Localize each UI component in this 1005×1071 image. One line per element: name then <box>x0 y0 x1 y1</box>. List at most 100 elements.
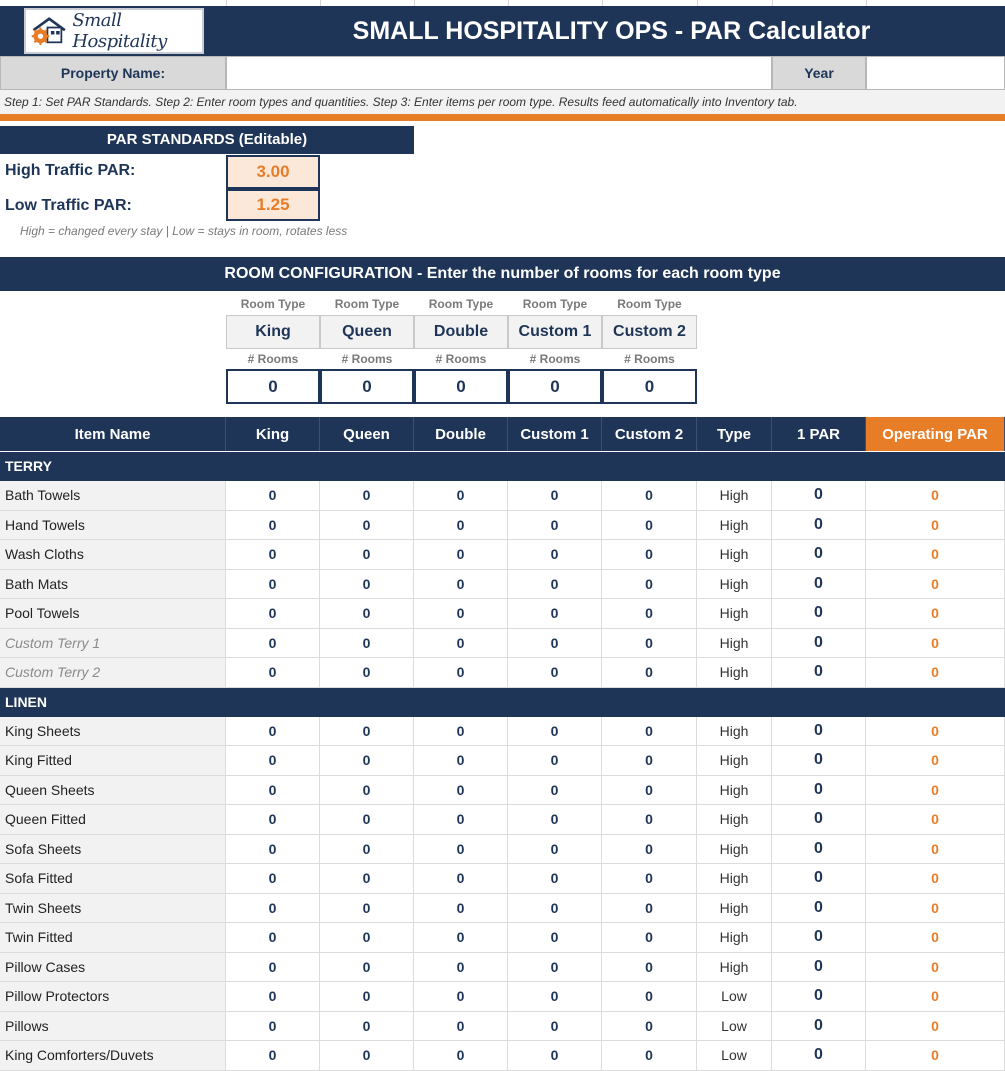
item-qty-cell[interactable]: 0 <box>320 569 414 598</box>
item-qty-cell[interactable]: 0 <box>602 923 697 952</box>
item-qty-cell[interactable]: 0 <box>602 864 697 893</box>
item-type-cell[interactable]: High <box>697 805 772 834</box>
item-qty-cell[interactable]: 0 <box>226 952 320 981</box>
item-qty-cell[interactable]: 0 <box>508 834 602 863</box>
item-type-cell[interactable]: High <box>697 540 772 569</box>
item-name-cell[interactable]: Hand Towels <box>0 510 226 539</box>
item-type-cell[interactable]: High <box>697 716 772 745</box>
item-qty-cell[interactable]: 0 <box>226 982 320 1011</box>
item-qty-cell[interactable]: 0 <box>226 775 320 804</box>
item-qty-cell[interactable]: 0 <box>602 628 697 657</box>
item-qty-cell[interactable]: 0 <box>602 658 697 687</box>
item-qty-cell[interactable]: 0 <box>602 834 697 863</box>
item-type-cell[interactable]: High <box>697 864 772 893</box>
item-name-cell[interactable]: Custom Terry 2 <box>0 658 226 687</box>
item-type-cell[interactable]: Low <box>697 1041 772 1070</box>
item-qty-cell[interactable]: 0 <box>226 658 320 687</box>
item-type-cell[interactable]: High <box>697 658 772 687</box>
item-qty-cell[interactable]: 0 <box>508 923 602 952</box>
item-qty-cell[interactable]: 0 <box>508 569 602 598</box>
item-qty-cell[interactable]: 0 <box>414 805 508 834</box>
item-type-cell[interactable]: High <box>697 746 772 775</box>
item-name-cell[interactable]: King Fitted <box>0 746 226 775</box>
item-qty-cell[interactable]: 0 <box>508 982 602 1011</box>
room-type-name-4[interactable]: Custom 1 <box>508 315 602 349</box>
item-qty-cell[interactable]: 0 <box>320 952 414 981</box>
item-qty-cell[interactable]: 0 <box>414 628 508 657</box>
item-qty-cell[interactable]: 0 <box>602 746 697 775</box>
item-qty-cell[interactable]: 0 <box>320 893 414 922</box>
item-qty-cell[interactable]: 0 <box>414 775 508 804</box>
property-name-input[interactable] <box>226 56 772 90</box>
item-qty-cell[interactable]: 0 <box>508 805 602 834</box>
item-qty-cell[interactable]: 0 <box>320 510 414 539</box>
item-qty-cell[interactable]: 0 <box>602 599 697 628</box>
item-qty-cell[interactable]: 0 <box>414 746 508 775</box>
item-qty-cell[interactable]: 0 <box>508 599 602 628</box>
room-type-name-5[interactable]: Custom 2 <box>602 315 697 349</box>
item-qty-cell[interactable]: 0 <box>414 1041 508 1070</box>
item-qty-cell[interactable]: 0 <box>508 716 602 745</box>
item-qty-cell[interactable]: 0 <box>320 982 414 1011</box>
item-qty-cell[interactable]: 0 <box>320 628 414 657</box>
item-qty-cell[interactable]: 0 <box>602 805 697 834</box>
item-qty-cell[interactable]: 0 <box>508 1011 602 1040</box>
item-qty-cell[interactable]: 0 <box>508 775 602 804</box>
item-name-cell[interactable]: King Comforters/Duvets <box>0 1041 226 1070</box>
item-qty-cell[interactable]: 0 <box>226 599 320 628</box>
item-qty-cell[interactable]: 0 <box>414 569 508 598</box>
item-qty-cell[interactable]: 0 <box>508 481 602 510</box>
item-qty-cell[interactable]: 0 <box>320 599 414 628</box>
year-input[interactable] <box>866 56 1005 90</box>
item-qty-cell[interactable]: 0 <box>414 952 508 981</box>
item-qty-cell[interactable]: 0 <box>602 481 697 510</box>
item-name-cell[interactable]: Wash Cloths <box>0 540 226 569</box>
item-name-cell[interactable]: Queen Sheets <box>0 775 226 804</box>
item-qty-cell[interactable]: 0 <box>320 658 414 687</box>
item-type-cell[interactable]: High <box>697 510 772 539</box>
item-qty-cell[interactable]: 0 <box>508 540 602 569</box>
item-qty-cell[interactable]: 0 <box>320 805 414 834</box>
item-qty-cell[interactable]: 0 <box>320 775 414 804</box>
item-type-cell[interactable]: High <box>697 628 772 657</box>
item-qty-cell[interactable]: 0 <box>226 716 320 745</box>
item-qty-cell[interactable]: 0 <box>226 510 320 539</box>
item-qty-cell[interactable]: 0 <box>226 481 320 510</box>
item-type-cell[interactable]: High <box>697 569 772 598</box>
item-name-cell[interactable]: Bath Towels <box>0 481 226 510</box>
item-qty-cell[interactable]: 0 <box>320 1011 414 1040</box>
item-name-cell[interactable]: Pillow Cases <box>0 952 226 981</box>
item-qty-cell[interactable]: 0 <box>602 1041 697 1070</box>
item-qty-cell[interactable]: 0 <box>508 864 602 893</box>
item-qty-cell[interactable]: 0 <box>414 510 508 539</box>
item-type-cell[interactable]: High <box>697 834 772 863</box>
item-type-cell[interactable]: Low <box>697 982 772 1011</box>
item-qty-cell[interactable]: 0 <box>602 952 697 981</box>
item-qty-cell[interactable]: 0 <box>320 481 414 510</box>
item-qty-cell[interactable]: 0 <box>320 1041 414 1070</box>
room-type-name-3[interactable]: Double <box>414 315 508 349</box>
item-qty-cell[interactable]: 0 <box>508 893 602 922</box>
item-qty-cell[interactable]: 0 <box>414 1011 508 1040</box>
item-qty-cell[interactable]: 0 <box>508 628 602 657</box>
item-type-cell[interactable]: High <box>697 952 772 981</box>
item-name-cell[interactable]: Pillows <box>0 1011 226 1040</box>
item-name-cell[interactable]: Sofa Fitted <box>0 864 226 893</box>
item-qty-cell[interactable]: 0 <box>226 746 320 775</box>
item-name-cell[interactable]: Twin Fitted <box>0 923 226 952</box>
item-qty-cell[interactable]: 0 <box>226 893 320 922</box>
item-qty-cell[interactable]: 0 <box>320 864 414 893</box>
item-qty-cell[interactable]: 0 <box>320 923 414 952</box>
item-qty-cell[interactable]: 0 <box>414 540 508 569</box>
item-qty-cell[interactable]: 0 <box>226 864 320 893</box>
item-name-cell[interactable]: Bath Mats <box>0 569 226 598</box>
item-type-cell[interactable]: High <box>697 599 772 628</box>
item-qty-cell[interactable]: 0 <box>602 893 697 922</box>
room-count-input-3[interactable]: 0 <box>414 369 508 404</box>
item-qty-cell[interactable]: 0 <box>414 599 508 628</box>
item-qty-cell[interactable]: 0 <box>414 716 508 745</box>
item-qty-cell[interactable]: 0 <box>602 982 697 1011</box>
item-type-cell[interactable]: High <box>697 481 772 510</box>
item-qty-cell[interactable]: 0 <box>226 569 320 598</box>
item-qty-cell[interactable]: 0 <box>602 510 697 539</box>
